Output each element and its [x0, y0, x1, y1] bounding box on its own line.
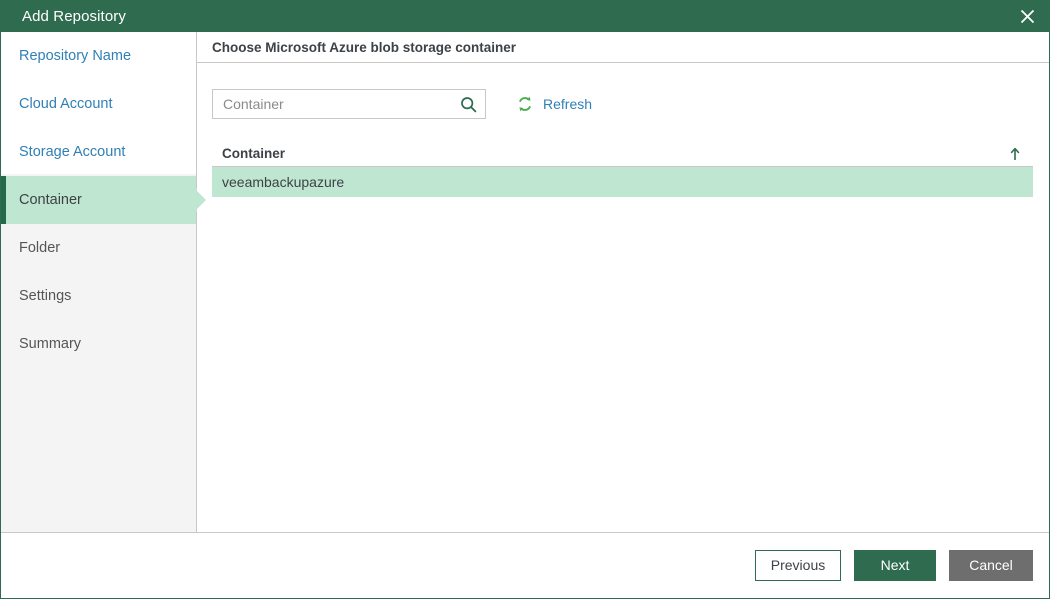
refresh-label: Refresh [543, 96, 593, 112]
sidebar-item-label: Container [19, 192, 82, 208]
search-input[interactable] [213, 90, 451, 118]
dialog-titlebar: Add Repository [1, 1, 1049, 32]
table-header-row: Container [212, 141, 1033, 167]
previous-button[interactable]: Previous [755, 550, 841, 581]
dialog-body: Repository Name Cloud Account Storage Ac… [1, 32, 1049, 533]
sidebar-item-folder[interactable]: Folder [1, 224, 196, 272]
cell-container-name: veeambackupazure [222, 174, 345, 190]
sidebar-item-label: Storage Account [19, 144, 126, 160]
refresh-button[interactable]: Refresh [516, 89, 592, 119]
close-icon[interactable] [1005, 1, 1049, 32]
wizard-steps-sidebar: Repository Name Cloud Account Storage Ac… [1, 32, 206, 532]
sidebar-item-label: Folder [19, 240, 61, 256]
search-icon[interactable] [451, 90, 485, 118]
sidebar-item-summary[interactable]: Summary [1, 320, 196, 368]
search-box[interactable] [212, 89, 486, 119]
refresh-icon [516, 95, 534, 113]
sidebar-item-cloud-account[interactable]: Cloud Account [1, 80, 196, 128]
page-title: Choose Microsoft Azure blob storage cont… [212, 39, 517, 55]
column-header-container[interactable]: Container [222, 146, 1009, 161]
container-table: Container veeambackupazure [212, 141, 1033, 197]
toolbar: Refresh [212, 89, 1033, 119]
wizard-steps-list: Repository Name Cloud Account Storage Ac… [1, 32, 206, 368]
sidebar-item-label: Summary [19, 336, 82, 352]
dialog-footer: Previous Next Cancel [1, 533, 1049, 598]
dialog-title: Add Repository [22, 8, 126, 25]
sidebar-item-label: Repository Name [19, 48, 132, 64]
content-inner: Refresh Container [197, 63, 1049, 532]
content-header: Choose Microsoft Azure blob storage cont… [197, 32, 1049, 63]
sidebar-item-repository-name[interactable]: Repository Name [1, 32, 196, 80]
table-row[interactable]: veeambackupazure [212, 167, 1033, 197]
add-repository-dialog: Add Repository Repository Name Cloud Acc… [0, 0, 1050, 599]
arrow-up-icon[interactable] [1009, 146, 1021, 162]
content-pane: Choose Microsoft Azure blob storage cont… [197, 32, 1049, 532]
sidebar-item-storage-account[interactable]: Storage Account [1, 128, 196, 176]
next-button[interactable]: Next [854, 550, 936, 581]
active-step-notch [195, 189, 206, 211]
sidebar-item-label: Settings [19, 288, 72, 304]
sidebar-item-settings[interactable]: Settings [1, 272, 196, 320]
sidebar-item-container[interactable]: Container [1, 176, 206, 224]
cancel-button[interactable]: Cancel [949, 550, 1033, 581]
sidebar-item-label: Cloud Account [19, 96, 113, 112]
